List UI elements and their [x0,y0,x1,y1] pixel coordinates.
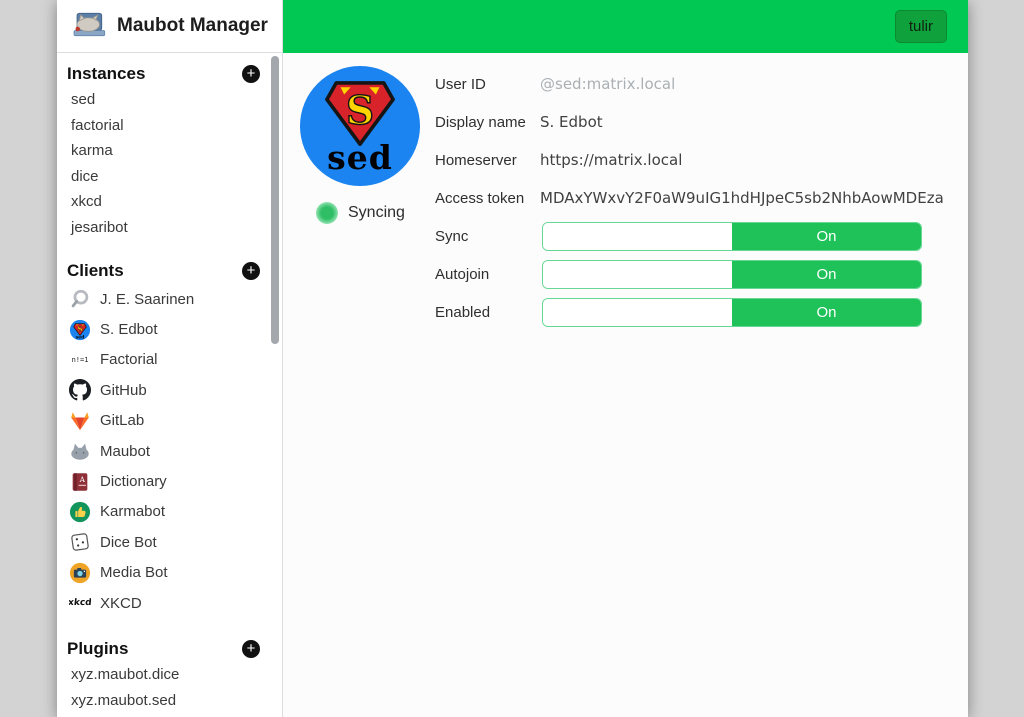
plugins-section: Plugins + xyz.maubot.dicexyz.maubot.sed [67,636,260,713]
app-title: Maubot Manager [117,15,268,37]
github-icon [69,379,91,401]
add-client-button[interactable]: + [242,262,260,280]
sidebar-item-client[interactable]: J. E. Saarinen [67,284,260,314]
field-row: User ID @sed:matrix.local [435,65,947,103]
field-label: User ID [435,76,540,93]
sidebar-item-client[interactable]: Maubot [67,436,260,466]
xkcd-logo-icon: xkcd [69,592,91,614]
field-value[interactable]: S. Edbot [540,113,944,131]
sidebar: Instances + sedfactorialkarmadicexkcdjes… [57,53,283,717]
sidebar-item-instance[interactable]: factorial [67,113,260,139]
sidebar-item-instance[interactable]: jesaribot [67,215,260,241]
toggle-row: Autojoin On [435,255,947,293]
sidebar-item-client[interactable]: GitHub [67,375,260,405]
toggle-label: Sync [435,228,542,245]
svg-text:sed: sed [76,334,85,340]
sidebar-item-client[interactable]: Karmabot [67,497,260,527]
toggle-on-half[interactable]: On [732,223,921,250]
field-label: Display name [435,114,540,131]
field-value[interactable]: MDAxYWxvY2F0aW9uIG1hdHJpeC5sb2NhbAowMDEz… [540,189,944,207]
sidebar-item-client[interactable]: xkcd XKCD [67,588,260,618]
avatar-label: sed [327,143,393,173]
clients-section-title: Clients [67,261,124,281]
superman-shield-icon: S [321,75,399,147]
toggle-switch[interactable]: On [542,298,922,327]
instances-section-title: Instances [67,64,145,84]
sidebar-item-client[interactable]: Media Bot [67,558,260,588]
toggle-off-half[interactable] [543,223,732,250]
field-label: Access token [435,190,540,207]
sidebar-item-client[interactable]: A Dictionary [67,466,260,496]
sidebar-item-instance[interactable]: xkcd [67,189,260,215]
status-dot-icon [316,202,338,224]
toggle-on-half[interactable]: On [732,299,921,326]
sidebar-item-client[interactable]: n!=1 Factorial [67,345,260,375]
sidebar-item-instance[interactable]: dice [67,164,260,190]
dice-icon [69,531,91,553]
gitlab-icon [69,410,91,432]
client-detail-panel: S sed Syncing User ID @sed:matrix.local … [283,53,968,717]
toggle-switch[interactable]: On [542,260,922,289]
gray-cat-avatar-icon [69,288,91,310]
toggle-label: Enabled [435,304,542,321]
factorial-avatar-icon: n!=1 [69,349,91,371]
toggle-row: Enabled On [435,293,947,331]
app-header: Maubot Manager [57,0,283,53]
sidebar-item-instance[interactable]: sed [67,87,260,113]
svg-text:S: S [346,88,374,134]
svg-text:A: A [79,475,86,484]
maubot-cat-icon [69,440,91,462]
camera-icon [69,562,91,584]
toggle-on-half[interactable]: On [732,261,921,288]
toggle-off-half[interactable] [543,261,732,288]
toggle-label: Autojoin [435,266,542,283]
sidebar-item-plugin[interactable]: xyz.maubot.sed [67,688,260,714]
dictionary-book-icon: A [69,471,91,493]
sidebar-item-plugin[interactable]: xyz.maubot.dice [67,662,260,688]
svg-text:S: S [77,324,82,333]
sidebar-scrollbar-thumb[interactable] [271,56,279,344]
status-label: Syncing [348,204,405,222]
sed-shield-avatar-icon: Ssed [69,319,91,341]
clients-section: Clients + J. E. Saarinen Ssed S. Edbot n… [67,258,260,618]
top-bar: tulir [283,0,968,53]
field-row: Display name S. Edbot [435,103,947,141]
client-fields: User ID @sed:matrix.local Display name S… [435,65,947,331]
add-instance-button[interactable]: + [242,65,260,83]
user-menu-button[interactable]: tulir [895,10,947,43]
sidebar-item-client[interactable]: Dice Bot [67,527,260,557]
sidebar-item-client[interactable]: GitLab [67,406,260,436]
app-window: Maubot Manager tulir Instances + sedfact… [57,0,968,717]
instances-section: Instances + sedfactorialkarmadicexkcdjes… [67,61,260,240]
toggle-row: Sync On [435,217,947,255]
field-row: Homeserver https://matrix.local [435,141,947,179]
sidebar-item-client[interactable]: Ssed S. Edbot [67,314,260,344]
field-row: Access token MDAxYWxvY2F0aW9uIG1hdHJpeC5… [435,179,947,217]
add-plugin-button[interactable]: + [242,640,260,658]
toggle-off-half[interactable] [543,299,732,326]
sync-status: Syncing [316,202,405,224]
sidebar-item-instance[interactable]: karma [67,138,260,164]
thumbs-up-icon [69,501,91,523]
client-avatar[interactable]: S sed [300,66,420,186]
toggle-switch[interactable]: On [542,222,922,251]
field-value[interactable]: @sed:matrix.local [540,75,944,93]
plugins-section-title: Plugins [67,639,128,659]
maubot-laptop-cat-icon [71,10,107,42]
field-label: Homeserver [435,152,540,169]
field-value[interactable]: https://matrix.local [540,151,944,169]
